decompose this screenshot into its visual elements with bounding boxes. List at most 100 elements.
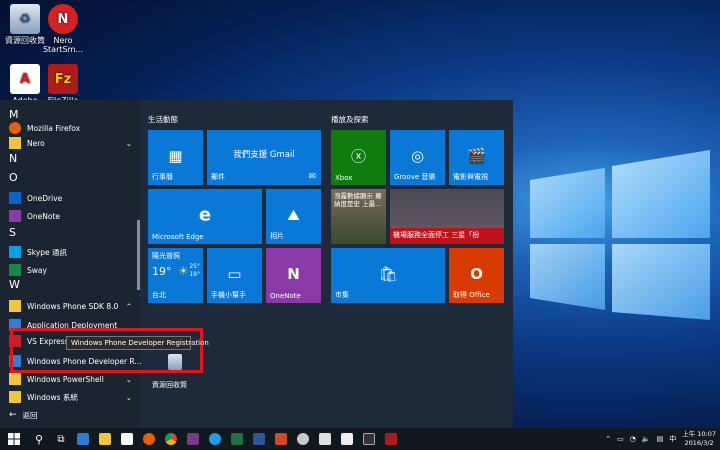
- tile-get-office[interactable]: O 取得 Office: [449, 248, 504, 303]
- weather-temperature: 19°: [152, 265, 172, 278]
- tile-label: 台北: [152, 291, 166, 299]
- xbox-icon: ⓧ: [350, 146, 366, 165]
- volume-icon[interactable]: 🔈: [642, 435, 651, 443]
- tile-label: 市集: [335, 291, 349, 299]
- back-button[interactable]: ← 返回: [0, 407, 136, 423]
- calendar-icon: ▦: [168, 146, 183, 165]
- tile-label: 行事曆: [152, 173, 173, 181]
- mail-tile-title: 我們支援 Gmail: [233, 150, 295, 160]
- tile-mail[interactable]: 我們支援 Gmail 郵件 ✉: [207, 130, 321, 185]
- app-item-label: OneNote: [27, 211, 61, 221]
- nero-icon: N: [48, 4, 78, 34]
- app-item-onedrive[interactable]: OneDrive: [0, 190, 136, 206]
- app-item-label: Mozilla Firefox: [27, 123, 81, 133]
- back-label: 返回: [22, 410, 38, 420]
- system-tray: ⌃ ▭ ◔ 🔈 ▤ 中 上午 10:07 2016/3/2: [605, 428, 716, 450]
- sway-icon: [9, 264, 21, 276]
- folder-icon: [9, 300, 21, 312]
- letter-header-o[interactable]: O: [9, 171, 18, 184]
- tooltip: Windows Phone Developer Registration: [66, 336, 209, 350]
- task-view-icon[interactable]: ⧉: [50, 428, 72, 450]
- cmd-icon[interactable]: [358, 428, 380, 450]
- app-item-nero[interactable]: Nero ⌄: [0, 135, 136, 151]
- tile-groove[interactable]: ◎ Groove 音樂: [390, 130, 445, 185]
- tile-calendar[interactable]: ▦ 行事曆: [148, 130, 203, 185]
- app-item-powershell[interactable]: Windows PowerShell ⌄: [0, 371, 136, 387]
- app-item-windows-system[interactable]: Windows 系統 ⌄: [0, 389, 136, 405]
- tile-group-header-right[interactable]: 播放及探索: [331, 114, 369, 125]
- network-icon[interactable]: ◔: [630, 435, 636, 443]
- tile-group-header-left[interactable]: 生活動態: [148, 114, 178, 125]
- tile-photos[interactable]: ⛰ 相片: [266, 189, 321, 244]
- app-list-scrollbar[interactable]: [137, 220, 140, 290]
- windows-start-icon[interactable]: [0, 428, 28, 450]
- app-item-label: Windows Phone SDK 8.0: [27, 301, 119, 311]
- paint-icon[interactable]: [336, 428, 358, 450]
- movies-tv-icon: 🎬: [467, 146, 486, 165]
- app-item-label: Nero: [27, 138, 45, 148]
- app-item-sway[interactable]: Sway: [0, 262, 136, 278]
- ime-indicator[interactable]: 中: [669, 434, 676, 444]
- tile-phone-companion[interactable]: ▭ 手機小幫手: [207, 248, 262, 303]
- tile-weather[interactable]: 陽光普照 19° ☀ 25° 19° 台北: [148, 248, 203, 303]
- tile-onenote[interactable]: N OneNote: [266, 248, 321, 303]
- tile-news[interactable]: 機場服務全面停工 三星「扮: [390, 189, 504, 244]
- folder-icon: [9, 373, 21, 385]
- onenote-icon: N: [287, 264, 300, 283]
- file-explorer-icon[interactable]: [94, 428, 116, 450]
- letter-header-n[interactable]: N: [9, 152, 17, 165]
- desktop-icon-filezilla[interactable]: Fz FileZilla: [38, 64, 88, 105]
- ie-icon[interactable]: [204, 428, 226, 450]
- firefox-icon: [9, 122, 21, 134]
- edge-icon[interactable]: [72, 428, 94, 450]
- letter-header-w[interactable]: W: [9, 278, 20, 291]
- app-item-onenote[interactable]: OneNote: [0, 208, 136, 224]
- chevron-down-icon: ⌄: [125, 138, 132, 148]
- phone-companion-icon: ▭: [227, 264, 242, 283]
- clock-date: 2016/3/2: [684, 439, 714, 447]
- onedrive-icon: [9, 192, 21, 204]
- firefox-icon[interactable]: [138, 428, 160, 450]
- tile-label: Groove 音樂: [394, 173, 436, 181]
- chevron-up-icon: ⌃: [125, 301, 132, 311]
- action-center-icon[interactable]: ▤: [657, 435, 664, 443]
- tile-sports-news[interactable]: 洩露數據顯示 羅納度是史 上最...: [331, 189, 386, 244]
- tile-label: 資源回收筒: [152, 381, 187, 389]
- desktop-icon-label: Nero StartSm...: [42, 36, 84, 54]
- powerpoint-icon[interactable]: [270, 428, 292, 450]
- excel-icon[interactable]: [226, 428, 248, 450]
- calculator-icon[interactable]: [314, 428, 336, 450]
- tile-xbox[interactable]: ⓧ Xbox: [331, 130, 386, 185]
- settings-icon[interactable]: [292, 428, 314, 450]
- chevron-down-icon: ⌄: [125, 374, 132, 384]
- tile-label: 取得 Office: [453, 291, 490, 299]
- tile-label: 手機小幫手: [211, 291, 246, 299]
- search-icon[interactable]: ⚲: [28, 428, 50, 450]
- word-icon[interactable]: [248, 428, 270, 450]
- tile-label: OneNote: [270, 292, 301, 300]
- tile-label: Xbox: [335, 174, 353, 182]
- weather-condition: 陽光普照: [152, 252, 180, 260]
- app-item-label: Sway: [27, 265, 47, 275]
- winrar-icon[interactable]: [182, 428, 204, 450]
- app-item-skype[interactable]: Skype 通訊: [0, 244, 136, 260]
- letter-header-s[interactable]: S: [9, 226, 16, 239]
- battery-icon[interactable]: ▭: [617, 435, 624, 443]
- filezilla-icon: Fz: [48, 64, 78, 94]
- app-item-label: Skype 通訊: [27, 247, 68, 257]
- show-hidden-icons-icon[interactable]: ⌃: [605, 435, 611, 443]
- tile-edge[interactable]: e Microsoft Edge: [148, 189, 262, 244]
- clock[interactable]: 上午 10:07 2016/3/2: [682, 430, 716, 448]
- tile-label: 電影與電視: [453, 173, 488, 181]
- app-item-windows-phone-sdk[interactable]: Windows Phone SDK 8.0 ⌃: [0, 298, 136, 314]
- adobe-reader-icon: A: [10, 64, 40, 94]
- store-icon[interactable]: [116, 428, 138, 450]
- filezilla-icon[interactable]: [380, 428, 402, 450]
- weather-low: 19°: [189, 271, 200, 278]
- tile-store[interactable]: 🛍 市集: [331, 248, 445, 303]
- desktop-icon-nero[interactable]: N Nero StartSm...: [38, 4, 88, 54]
- app-item-firefox[interactable]: Mozilla Firefox: [0, 120, 136, 136]
- tile-movies-tv[interactable]: 🎬 電影與電視: [449, 130, 504, 185]
- store-icon: 🛍: [378, 264, 398, 283]
- chrome-icon[interactable]: [160, 428, 182, 450]
